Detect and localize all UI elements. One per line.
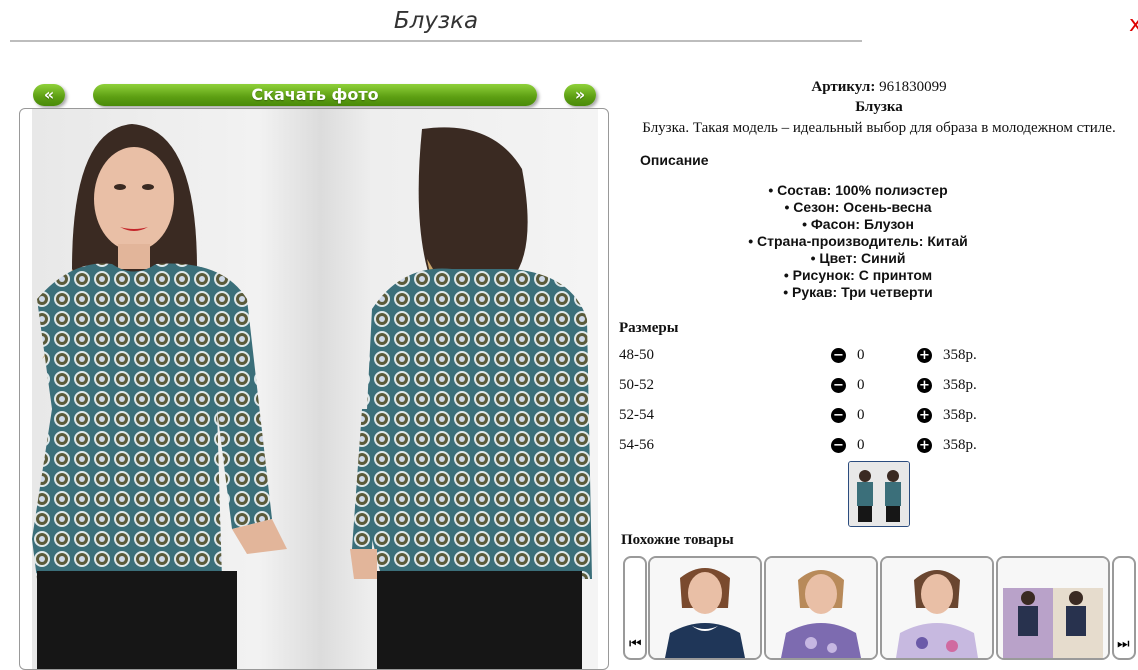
attribute-item: Рукав: Три четверти (619, 284, 1138, 301)
carousel-prev-panel[interactable]: ⏮ (623, 556, 647, 660)
next-photo-button[interactable]: » (564, 84, 596, 106)
increase-icon[interactable]: + (917, 348, 932, 363)
similar-product-image (650, 558, 760, 658)
product-photo (32, 109, 598, 669)
product-description: Блузка. Такая модель – идеальный выбор д… (642, 120, 1116, 136)
decrease-icon[interactable]: − (831, 348, 846, 363)
article-label: Артикул: (811, 79, 876, 95)
attribute-item: Рисунок: С принтом (619, 267, 1138, 284)
description-heading: Описание (640, 152, 709, 168)
similar-products-heading: Похожие товары (621, 532, 734, 548)
size-row: 48-50 − 0 + 358р. (619, 347, 1019, 369)
article-line: Артикул: 961830099 (619, 79, 1138, 96)
size-row: 50-52 − 0 + 358р. (619, 377, 1019, 399)
quantity-value: 0 (857, 347, 865, 363)
previous-photo-button[interactable]: « (33, 84, 65, 106)
carousel-next-panel[interactable]: ⏭ (1112, 556, 1136, 660)
similar-product-image (882, 558, 992, 658)
attribute-item: Страна-производитель: Китай (619, 233, 1138, 250)
article-value: 961830099 (879, 79, 947, 95)
increase-icon[interactable]: + (917, 438, 932, 453)
page-title: Блузка (393, 8, 479, 34)
size-label: 50-52 (619, 377, 654, 393)
increase-icon[interactable]: + (917, 378, 932, 393)
size-label: 52-54 (619, 407, 654, 423)
decrease-icon[interactable]: − (831, 378, 846, 393)
size-label: 54-56 (619, 437, 654, 453)
decrease-icon[interactable]: − (831, 438, 846, 453)
size-row: 54-56 − 0 + 358р. (619, 437, 1019, 459)
sizes-heading: Размеры (619, 320, 679, 336)
attribute-item: Цвет: Синий (619, 250, 1138, 267)
attribute-item: Фасон: Блузон (619, 216, 1138, 233)
attribute-item: Сезон: Осень-весна (619, 199, 1138, 216)
product-photo-illustration (32, 124, 592, 669)
quantity-value: 0 (857, 437, 865, 453)
size-price: 358р. (943, 437, 977, 453)
similar-product-card[interactable] (996, 556, 1110, 660)
quantity-value: 0 (857, 377, 865, 393)
attribute-item: Состав: 100% полиэстер (619, 182, 1138, 199)
similar-product-card[interactable] (764, 556, 878, 660)
size-price: 358р. (943, 377, 977, 393)
quantity-value: 0 (857, 407, 865, 423)
download-photo-button[interactable]: Скачать фото (93, 84, 537, 106)
size-price: 358р. (943, 347, 977, 363)
thumbnail-image (849, 462, 909, 526)
decrease-icon[interactable]: − (831, 408, 846, 423)
size-label: 48-50 (619, 347, 654, 363)
photo-thumbnail[interactable] (848, 461, 910, 527)
main-photo-frame (19, 108, 609, 670)
close-icon[interactable]: х (1129, 12, 1138, 37)
title-bar: Блузка (10, 0, 862, 42)
size-price: 358р. (943, 407, 977, 423)
attribute-list: Состав: 100% полиэстер Сезон: Осень-весн… (619, 182, 1138, 301)
size-row: 52-54 − 0 + 358р. (619, 407, 1019, 429)
similar-product-image (998, 558, 1108, 658)
increase-icon[interactable]: + (917, 408, 932, 423)
similar-product-card[interactable] (880, 556, 994, 660)
product-name: Блузка (855, 99, 903, 115)
similar-product-image (766, 558, 876, 658)
similar-product-card[interactable] (648, 556, 762, 660)
